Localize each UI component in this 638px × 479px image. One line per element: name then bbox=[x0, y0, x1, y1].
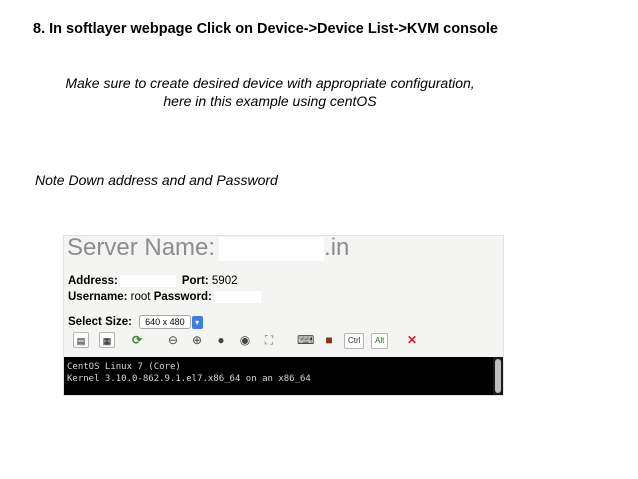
zoom-out-icon[interactable]: ⊖ bbox=[165, 332, 181, 348]
ctrl-key-button[interactable]: Ctrl bbox=[344, 333, 365, 349]
zoom-fit-icon[interactable]: ● bbox=[213, 332, 229, 348]
console-scrollbar[interactable] bbox=[493, 357, 503, 395]
console-line-1: CentOS Linux 7 (Core) bbox=[67, 362, 181, 372]
server-name: Server Name: .in bbox=[67, 234, 349, 262]
select-size-row: Select Size: 640 x 480 ▾ bbox=[68, 315, 203, 329]
note-line-2: here in this example using centOS bbox=[163, 93, 377, 109]
keyboard-icon[interactable]: ⌨ bbox=[297, 332, 314, 348]
close-icon[interactable]: ✕ bbox=[404, 332, 420, 348]
username-row: Username: root Password: bbox=[68, 291, 261, 303]
port-value: 5902 bbox=[211, 275, 238, 288]
username-label: Username: bbox=[68, 291, 128, 304]
console-line-2: Kernel 3.10.0-862.9.1.el7.x86_64 on an x… bbox=[67, 374, 311, 384]
username-value: root bbox=[130, 291, 151, 304]
redacted-password bbox=[214, 291, 261, 303]
book-icon[interactable]: ■ bbox=[321, 332, 337, 348]
note-line-1: Make sure to create desired device with … bbox=[65, 75, 475, 91]
server-name-suffix: .in bbox=[324, 234, 350, 261]
zoom-in-icon[interactable]: ⊕ bbox=[189, 332, 205, 348]
server-name-label: Server Name: bbox=[67, 234, 216, 261]
fullscreen-icon[interactable]: ⛶ bbox=[261, 332, 277, 348]
console-screen[interactable]: CentOS Linux 7 (Core) Kernel 3.10.0-862.… bbox=[64, 357, 503, 395]
address-label: Address: bbox=[68, 275, 118, 288]
dropdown-arrow-icon[interactable]: ▾ bbox=[191, 315, 203, 329]
select-size-label: Select Size: bbox=[68, 316, 132, 329]
credentials-note: Note Down address and and Password bbox=[35, 172, 278, 188]
scrollbar-thumb[interactable] bbox=[495, 359, 501, 393]
clipboard-icon[interactable]: ▤ bbox=[73, 332, 89, 348]
password-label: Password: bbox=[153, 291, 212, 304]
kvm-console-screenshot: Server Name: .in Address: Port: 5902 Usern… bbox=[63, 234, 504, 396]
slide-note: Make sure to create desired device with … bbox=[40, 74, 500, 110]
redacted-address bbox=[119, 275, 176, 287]
select-size-dropdown[interactable]: 640 x 480 bbox=[139, 315, 191, 329]
zoom-reset-icon[interactable]: ◉ bbox=[237, 332, 253, 348]
refresh-icon[interactable]: ⟳ bbox=[129, 332, 145, 348]
alt-key-button[interactable]: Alt bbox=[371, 333, 389, 349]
redacted-server-name bbox=[219, 236, 325, 261]
port-label: Port: bbox=[181, 275, 209, 288]
address-row: Address: Port: 5902 bbox=[68, 275, 238, 287]
paste-icon[interactable]: ▦ bbox=[99, 332, 115, 348]
slide-heading: 8. In softlayer webpage Click on Device-… bbox=[33, 21, 498, 37]
